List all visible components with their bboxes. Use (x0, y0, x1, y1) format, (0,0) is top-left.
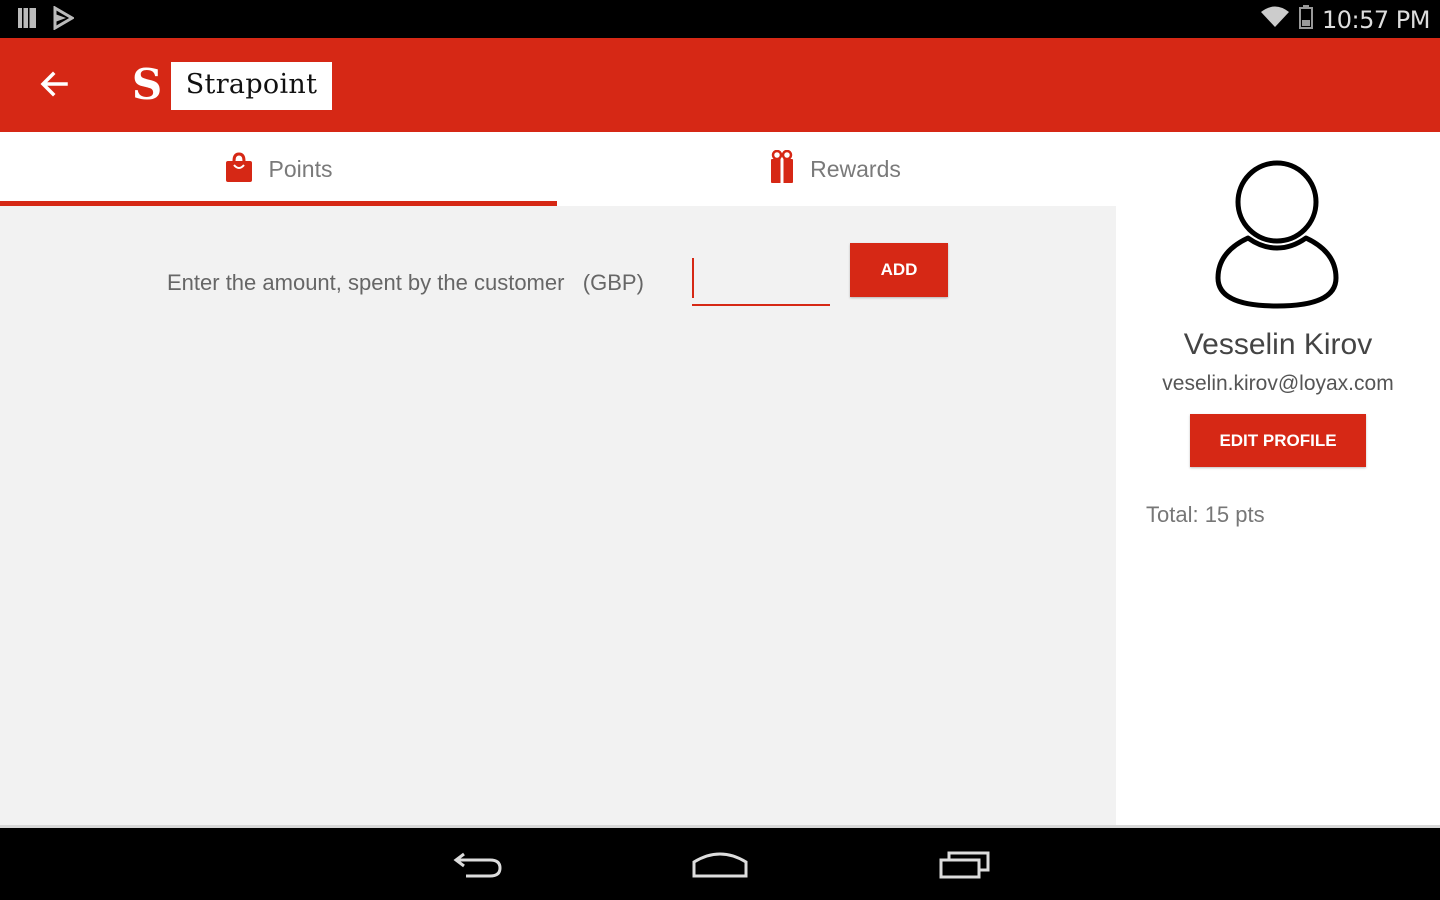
text-cursor (692, 258, 694, 298)
profile-name: Vesselin Kirov (1183, 328, 1373, 361)
tab-bar: Points Rewards (0, 132, 1116, 206)
profile-email: veselin.kirov@loyax.com (1162, 372, 1394, 395)
tab-rewards[interactable]: Rewards (557, 132, 1114, 206)
home-nav-icon (691, 848, 749, 885)
add-button[interactable]: ADD (850, 243, 948, 297)
notification-icon (16, 6, 38, 35)
shopping-bag-icon (225, 151, 253, 188)
tab-rewards-label: Rewards (810, 155, 901, 182)
nav-bar (0, 825, 1440, 900)
home-nav-button[interactable] (685, 846, 755, 886)
edit-profile-button[interactable]: EDIT PROFILE (1190, 414, 1366, 467)
back-button[interactable] (30, 62, 78, 110)
avatar-icon (1214, 160, 1340, 310)
tab-points-label: Points (268, 155, 333, 182)
amount-label-text: Enter the amount, spent by the customer (167, 270, 565, 295)
total-points: Total: 15 pts (1146, 502, 1265, 527)
recents-nav-icon (938, 848, 992, 885)
tab-indicator (0, 201, 557, 206)
back-nav-icon (452, 848, 504, 885)
status-time: 10:57 PM (1322, 5, 1430, 34)
tab-points[interactable]: Points (0, 132, 557, 206)
recents-nav-button[interactable] (930, 846, 1000, 886)
back-nav-button[interactable] (443, 846, 513, 886)
app-bar: S Strapoint (0, 38, 1440, 132)
play-store-icon (52, 5, 75, 35)
status-bar: 10:57 PM (0, 0, 1440, 38)
wifi-icon (1260, 5, 1290, 34)
logo-letter: S (131, 60, 163, 109)
amount-label: Enter the amount, spent by the customer … (167, 270, 644, 296)
app-logo: Strapoint (171, 62, 332, 110)
main-content: Points Rewards Enter the amount, spent b… (0, 132, 1116, 825)
arrow-left-icon (40, 71, 68, 102)
battery-icon (1298, 4, 1314, 35)
currency-label: (GBP) (582, 270, 644, 295)
profile-panel: Vesselin Kirov veselin.kirov@loyax.com E… (1116, 132, 1440, 825)
gift-icon (770, 149, 794, 189)
amount-input[interactable] (692, 258, 830, 306)
